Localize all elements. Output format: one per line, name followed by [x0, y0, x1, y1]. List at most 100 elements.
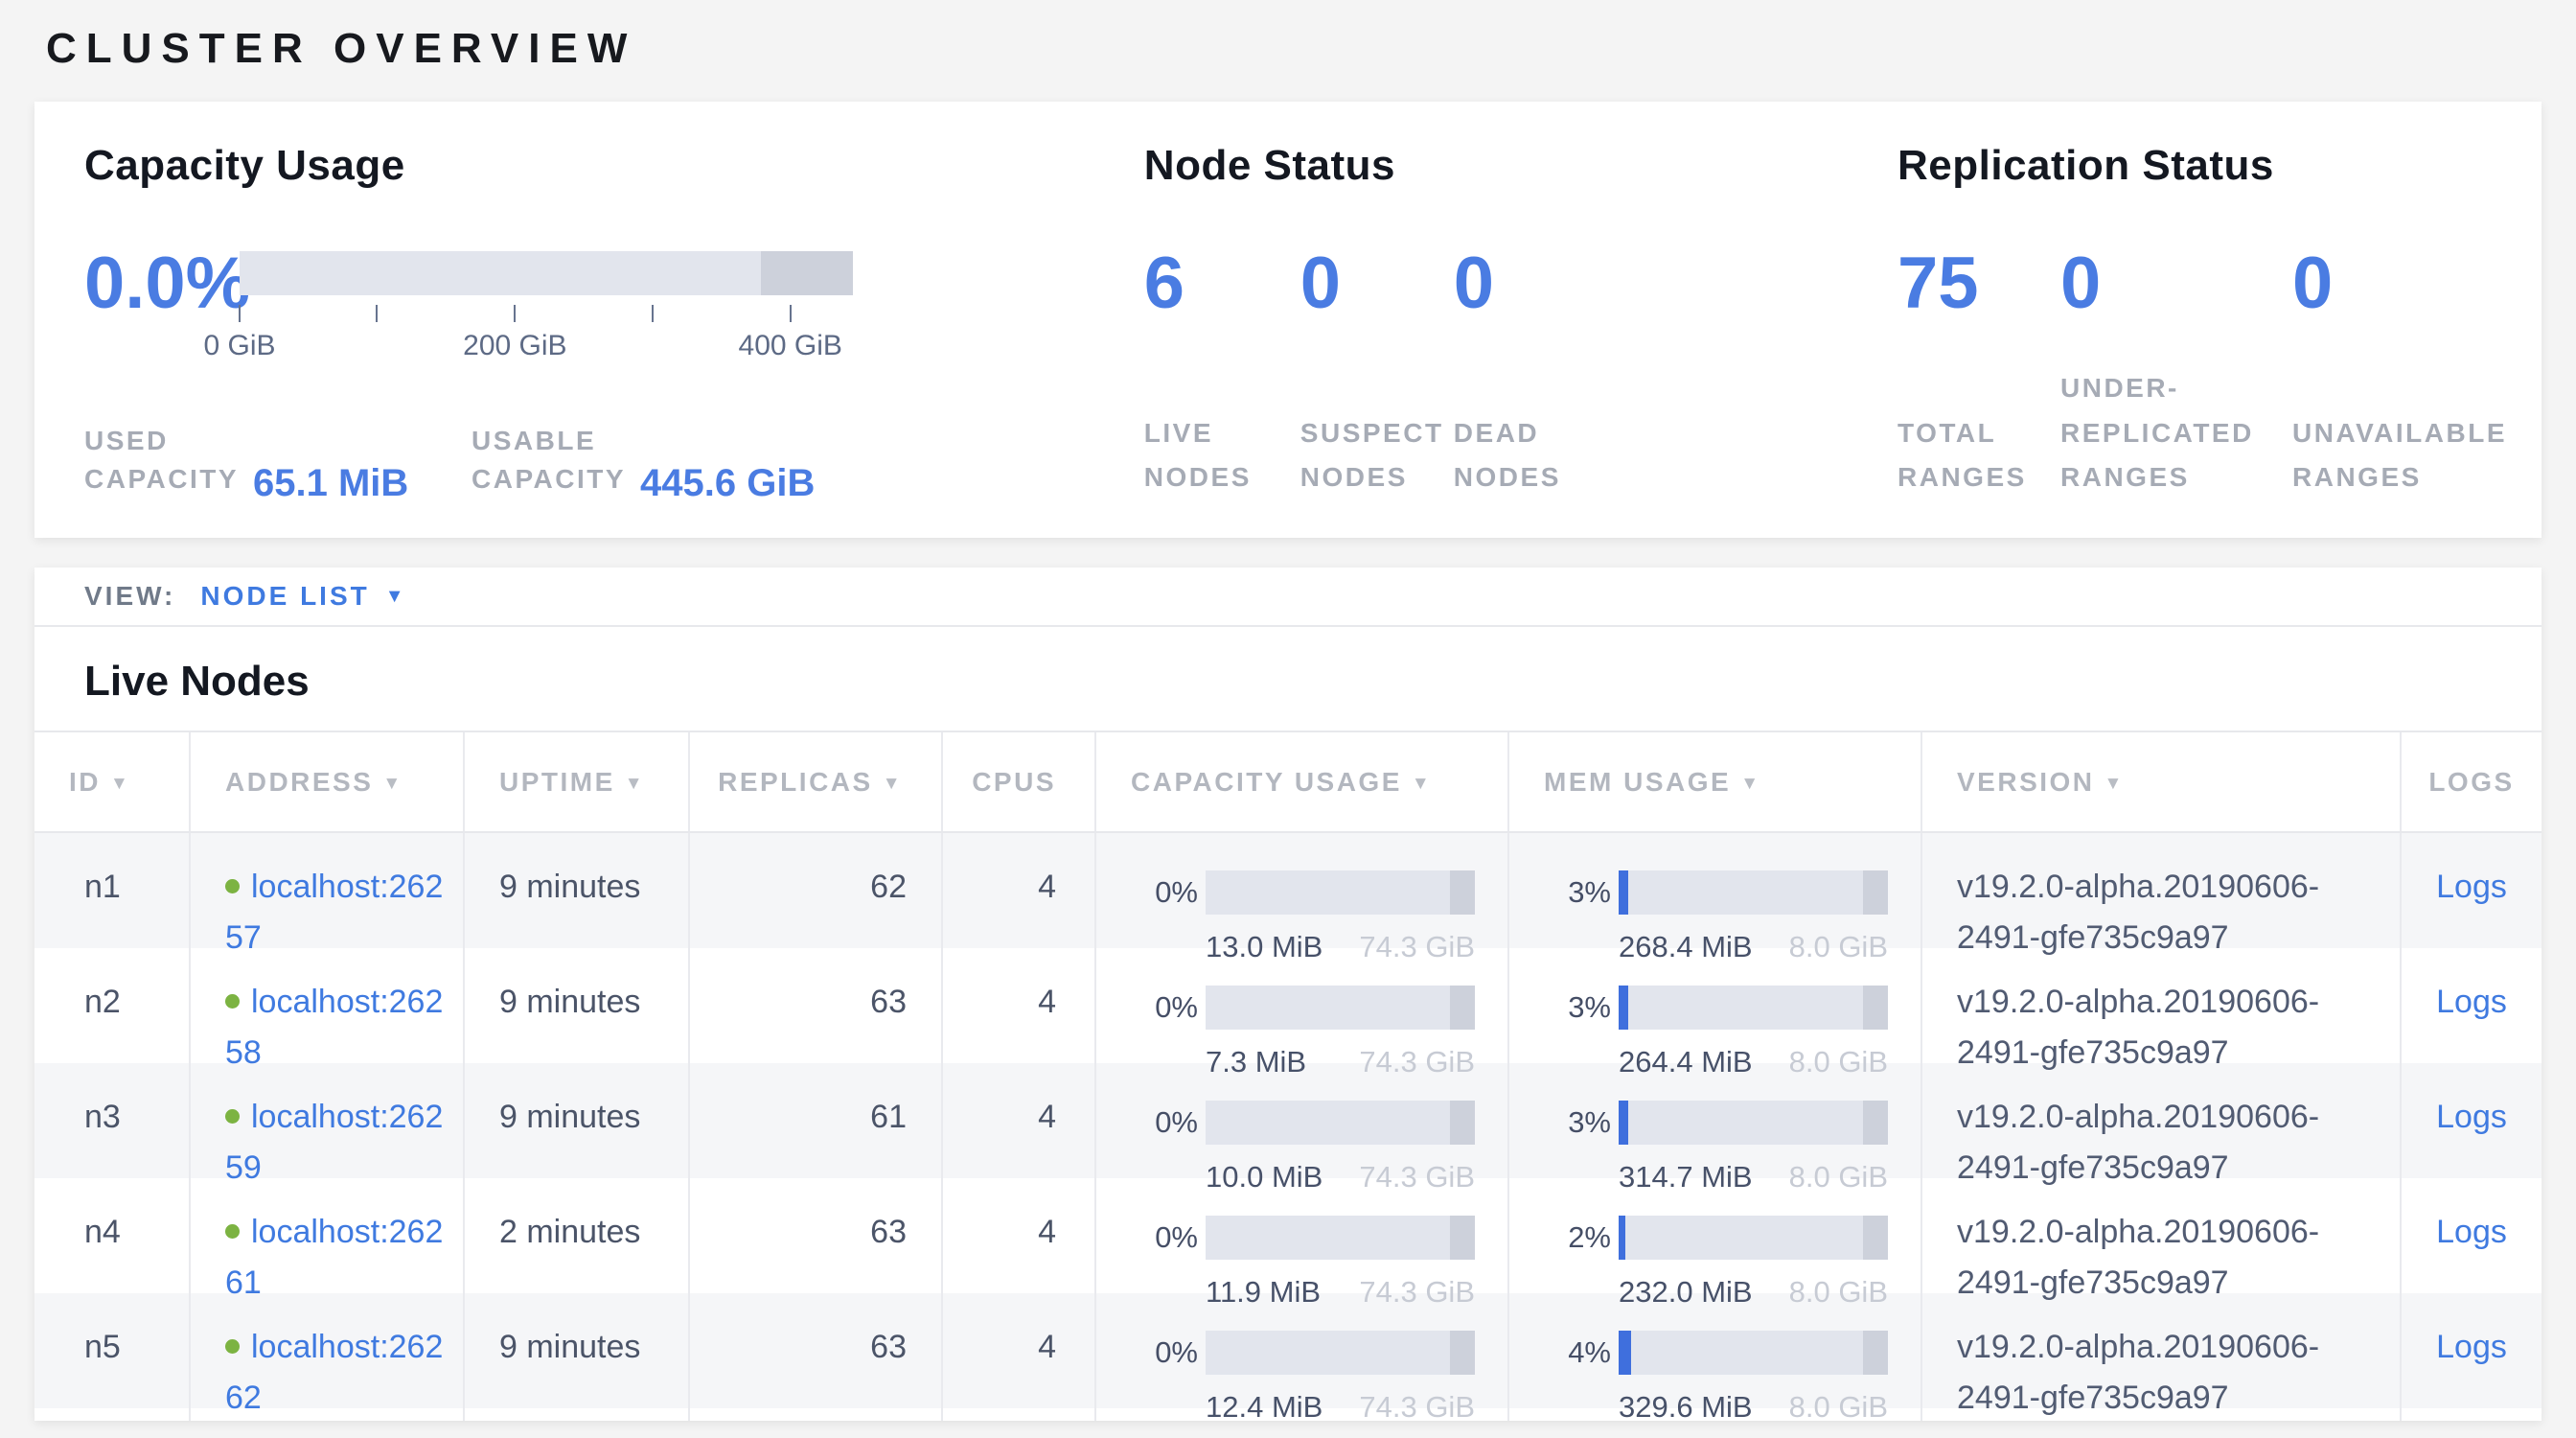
- mem-meter-bar: [1619, 870, 1888, 915]
- node-address-link[interactable]: localhost:26261: [225, 1214, 443, 1301]
- replication-status-stat: 0 UNDER-REPLICATED RANGES: [2060, 251, 2292, 499]
- column-header-label: ADDRESS: [225, 767, 373, 798]
- mem-meter-bar: [1619, 986, 1888, 1030]
- view-dropdown[interactable]: NODE LIST ▼: [200, 581, 403, 612]
- column-header-replicas[interactable]: REPLICAS▼: [688, 732, 941, 831]
- column-header-uptime[interactable]: UPTIME▼: [463, 732, 688, 831]
- table-row: n1localhost:262579 minutes6240%13.0 MiB7…: [34, 833, 2542, 948]
- node-status-stat: 0 SUSPECT NODES: [1300, 251, 1454, 499]
- logs-link[interactable]: Logs: [2436, 1329, 2507, 1365]
- mem-meter: 2%: [1529, 1215, 1920, 1261]
- column-header-id[interactable]: ID▼: [34, 732, 189, 831]
- node-status-section: Node Status 6 LIVE NODES 0 SUSPECT NODES0DE…: [1144, 142, 1898, 499]
- replication-status-stat-label: TOTAL RANGES: [1898, 411, 2041, 499]
- mem-meter-bar: [1619, 1331, 1888, 1375]
- table-row: n3localhost:262599 minutes6140%10.0 MiB7…: [34, 1063, 2542, 1178]
- capacity-stat-label: USED CAPACITY: [84, 422, 249, 499]
- sort-descending-icon[interactable]: ▼: [1740, 774, 1760, 795]
- capacity-meter-bar: [1206, 1216, 1475, 1260]
- node-table-body: n1localhost:262579 minutes6240%13.0 MiB7…: [34, 833, 2542, 1408]
- node-address-link[interactable]: localhost:26258: [225, 984, 443, 1071]
- sort-descending-icon[interactable]: ▼: [110, 774, 130, 795]
- sort-descending-icon[interactable]: ▼: [1412, 774, 1432, 795]
- mem-usage-cell: 4%329.6 MiB8.0 GiB: [1507, 1293, 1920, 1421]
- replication-status-stat: 0UNAVAILABLE RANGES: [2292, 251, 2542, 499]
- capacity-percent: 0%: [1116, 1100, 1198, 1146]
- mem-meter-bar: [1619, 1216, 1888, 1260]
- partial-row-cell: [2400, 1408, 2542, 1421]
- node-address-link[interactable]: localhost:26259: [225, 1099, 443, 1186]
- node-status-title: Node Status: [1144, 142, 1898, 190]
- replication-status-stat-value: 75: [1898, 251, 2060, 316]
- node-status-stat: 0DEAD NODES: [1454, 251, 1645, 499]
- mem-meter: 4%: [1529, 1330, 1920, 1376]
- capacity-meter: 0%: [1116, 1215, 1507, 1261]
- capacity-meter: 0%: [1116, 1330, 1507, 1376]
- view-dropdown-value[interactable]: NODE LIST: [200, 581, 369, 612]
- replication-status-stat-value: 0: [2060, 251, 2292, 316]
- node-status-stat-value: 6: [1144, 251, 1300, 316]
- mem-meter-used-segment: [1619, 1331, 1631, 1375]
- capacity-meter-tail-segment: [1450, 1101, 1475, 1145]
- capacity-percent: 0%: [1116, 1215, 1198, 1261]
- sort-descending-icon[interactable]: ▼: [382, 774, 402, 795]
- mem-meter-used-segment: [1619, 986, 1628, 1030]
- node-address-cell: localhost:26262: [189, 1293, 463, 1421]
- mem-meter: 3%: [1529, 1100, 1920, 1146]
- capacity-percent: 0%: [1116, 1330, 1198, 1376]
- logs-link[interactable]: Logs: [2436, 869, 2507, 905]
- replication-status-stat-label: UNDER-REPLICATED RANGES: [2060, 366, 2273, 499]
- capacity-meter-bar: [1206, 1331, 1475, 1375]
- logs-link[interactable]: Logs: [2436, 1214, 2507, 1250]
- replication-status-stats: 75 TOTAL RANGES 0 UNDER-REPLICATED RANGES0U…: [1898, 251, 2542, 499]
- mem-percent: 2%: [1529, 1215, 1611, 1261]
- node-status-stat-value: 0: [1300, 251, 1454, 316]
- view-label: VIEW:: [84, 581, 175, 612]
- live-status-dot-icon: [225, 879, 240, 893]
- column-header-address[interactable]: ADDRESS ▼: [189, 732, 463, 831]
- node-status-stat-label: LIVE NODES: [1144, 411, 1281, 499]
- mem-meter-tail-segment: [1863, 1101, 1888, 1145]
- node-address-link[interactable]: localhost:26257: [225, 869, 443, 956]
- replication-status-section: Replication Status 75TOTAL RANGES0UNDER-…: [1898, 142, 2542, 499]
- node-status-stat: 6 LIVE NODES: [1144, 251, 1300, 499]
- mem-meter-tail-segment: [1863, 986, 1888, 1030]
- capacity-gauge: 0.0% 0 GiB200 GiB400 GiB: [84, 251, 1144, 362]
- node-address-link[interactable]: localhost:26262: [225, 1329, 443, 1416]
- capacity-gauge-unusable-segment: [761, 251, 853, 295]
- mem-meter-tail-segment: [1863, 1331, 1888, 1375]
- mem-meter-used-segment: [1619, 1101, 1628, 1145]
- replicas-cell: 63: [688, 1293, 941, 1421]
- mem-percent: 4%: [1529, 1330, 1611, 1376]
- mem-percent: 3%: [1529, 870, 1611, 916]
- table-row: n2localhost:262589 minutes6340%7.3 MiB74…: [34, 948, 2542, 1063]
- node-table-partial-row: [34, 1408, 2542, 1421]
- axis-tick: [514, 305, 516, 322]
- capacity-usage-cell: 0%12.4 MiB74.3 GiB: [1094, 1293, 1507, 1421]
- axis-tick-label: 400 GiB: [739, 330, 842, 362]
- logs-link[interactable]: Logs: [2436, 1099, 2507, 1135]
- partial-row-cell: [189, 1408, 463, 1421]
- column-header-mem[interactable]: MEM USAGE▼: [1507, 732, 1920, 831]
- sort-descending-icon[interactable]: ▼: [2104, 774, 2125, 795]
- mem-meter-bar: [1619, 1101, 1888, 1145]
- sort-descending-icon[interactable]: ▼: [625, 774, 645, 795]
- column-header-label: CPUS: [972, 767, 1056, 798]
- column-header-capacity[interactable]: CAPACITY USAGE▼: [1094, 732, 1507, 831]
- axis-tick-label: 0 GiB: [203, 330, 275, 362]
- mem-meter: 3%: [1529, 870, 1920, 916]
- sort-descending-icon[interactable]: ▼: [883, 774, 903, 795]
- column-header-label: LOGS: [2428, 767, 2514, 798]
- capacity-meter-bar: [1206, 1101, 1475, 1145]
- node-list-card: VIEW: NODE LIST ▼ Live Nodes ID▼ADDRESS▼…: [34, 568, 2542, 1421]
- node-table-header: ID▼ADDRESS▼UPTIME▼REPLICAS▼CPUSCAPACITY …: [34, 731, 2542, 833]
- capacity-meter-tail-segment: [1450, 986, 1475, 1030]
- logs-cell: Logs: [2400, 1293, 2542, 1421]
- replication-status-stat-value: 0: [2292, 251, 2542, 316]
- node-status-stat-label: SUSPECT NODES: [1300, 411, 1435, 499]
- node-status-stat-label: DEAD NODES: [1454, 411, 1626, 499]
- page-title: CLUSTER OVERVIEW: [0, 0, 2576, 73]
- column-header-version[interactable]: VERSION▼: [1920, 732, 2400, 831]
- logs-link[interactable]: Logs: [2436, 984, 2507, 1020]
- partial-row-cell: [463, 1408, 688, 1421]
